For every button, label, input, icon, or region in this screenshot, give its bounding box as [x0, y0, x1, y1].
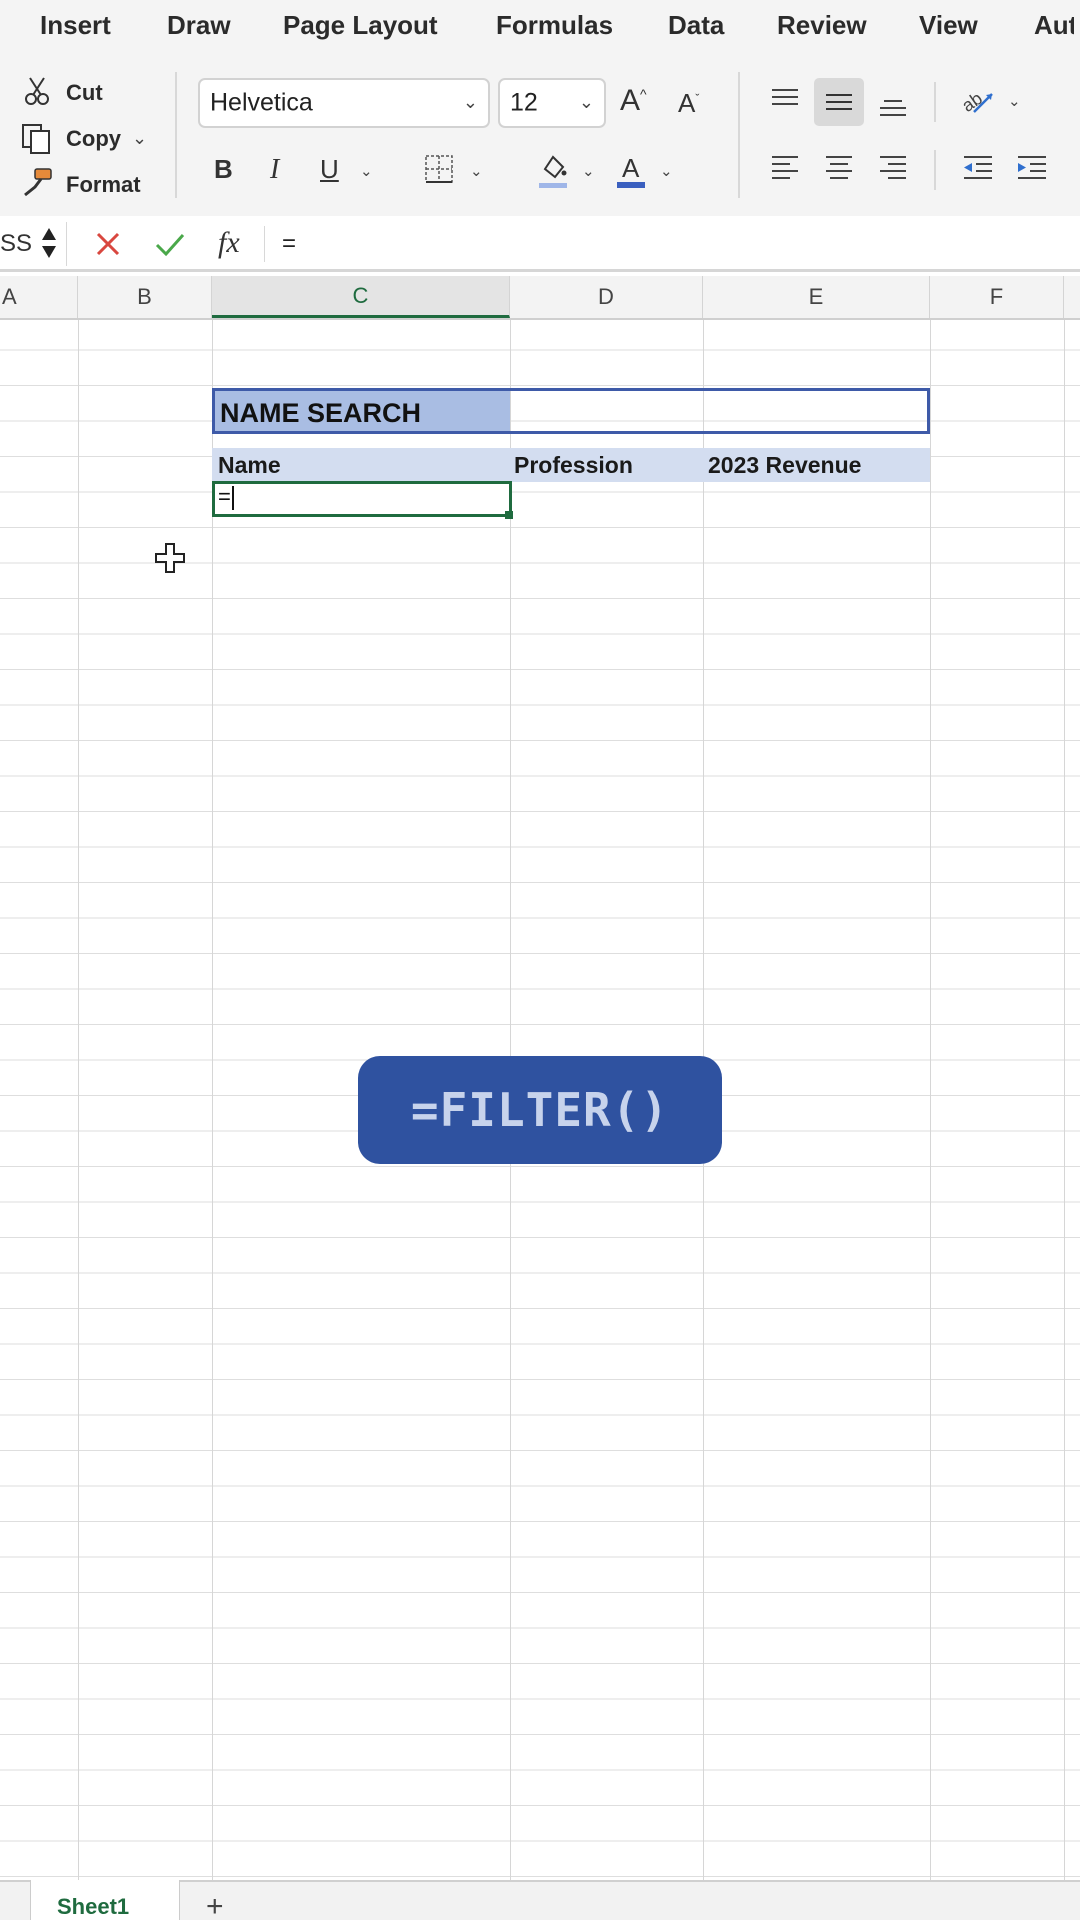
text-cursor: [232, 486, 234, 510]
ribbon: Insert Draw Page Layout Formulas Data Re…: [0, 0, 1080, 216]
search-title: NAME SEARCH: [220, 398, 422, 428]
cell-pointer-icon: [154, 542, 186, 574]
gridline: [1064, 320, 1065, 1880]
name-box[interactable]: SS: [0, 230, 32, 258]
copy-chevron-icon[interactable]: ⌄: [132, 128, 147, 149]
align-center-icon[interactable]: [822, 152, 856, 182]
gridline: [212, 320, 213, 1880]
cut-button[interactable]: Cut: [66, 80, 103, 106]
underline-button[interactable]: U: [320, 154, 339, 185]
tab-view[interactable]: View: [919, 10, 978, 41]
tab-review[interactable]: Review: [777, 10, 867, 41]
chevron-down-icon: ⌄: [578, 92, 594, 112]
tab-page-layout[interactable]: Page Layout: [283, 10, 438, 41]
header-profession[interactable]: Profession: [514, 452, 633, 479]
name-box-stepper-icon[interactable]: [38, 222, 60, 264]
tab-formulas[interactable]: Formulas: [496, 10, 613, 41]
format-painter-button[interactable]: Format: [66, 172, 141, 198]
active-cell-value: =: [218, 484, 231, 509]
copy-button[interactable]: Copy: [66, 126, 121, 152]
ribbon-divider: [175, 72, 177, 198]
align-right-icon[interactable]: [876, 152, 910, 182]
tab-insert[interactable]: Insert: [40, 10, 111, 41]
tab-automate[interactable]: Auto: [1034, 10, 1074, 41]
formula-input[interactable]: =: [282, 230, 296, 258]
copy-icon[interactable]: [18, 122, 54, 156]
fill-handle[interactable]: [505, 511, 513, 519]
column-header-d[interactable]: D: [510, 276, 703, 318]
gridline: [78, 320, 79, 1880]
bold-button[interactable]: B: [214, 154, 233, 185]
tab-data[interactable]: Data: [668, 10, 724, 41]
font-family-select[interactable]: Helvetica ⌄: [198, 78, 490, 128]
align-left-icon[interactable]: [768, 152, 802, 182]
formula-bar: SS fx =: [0, 216, 1080, 272]
ribbon-tabs: Insert Draw Page Layout Formulas Data Re…: [0, 0, 1080, 56]
svg-text:A: A: [622, 153, 640, 183]
font-color-icon[interactable]: A: [614, 150, 648, 190]
chevron-down-icon[interactable]: ⌄: [1008, 92, 1021, 110]
filter-badge-text: =FILTER(): [410, 1083, 670, 1137]
active-cell[interactable]: [212, 481, 512, 517]
chevron-down-icon[interactable]: ⌄: [660, 162, 673, 180]
x-icon[interactable]: [94, 230, 124, 260]
tab-draw[interactable]: Draw: [167, 10, 231, 41]
borders-icon[interactable]: [422, 152, 456, 186]
format-painter-icon[interactable]: [20, 166, 56, 200]
column-header-b[interactable]: B: [78, 276, 212, 318]
font-family-value: Helvetica: [210, 88, 313, 117]
chevron-down-icon: ⌄: [462, 92, 478, 112]
chevron-down-icon[interactable]: ⌄: [582, 162, 595, 180]
sheet-tab-label: Sheet1: [57, 1894, 130, 1919]
ribbon-divider: [934, 150, 936, 190]
align-top-icon[interactable]: [768, 84, 802, 114]
orientation-icon[interactable]: ab: [958, 84, 998, 120]
sheet-tab-sheet1[interactable]: Sheet1: [30, 1880, 180, 1920]
gridline: [930, 320, 931, 1880]
add-sheet-button[interactable]: +: [206, 1890, 224, 1924]
align-bottom-icon[interactable]: [876, 90, 910, 122]
header-revenue[interactable]: 2023 Revenue: [708, 452, 861, 479]
chevron-down-icon[interactable]: ⌄: [360, 162, 373, 180]
align-middle-icon[interactable]: [814, 78, 864, 126]
decrease-font-size-icon[interactable]: Aˇ: [678, 88, 699, 119]
font-size-value: 12: [510, 88, 538, 117]
fill-color-icon[interactable]: [536, 150, 570, 190]
column-header-e[interactable]: E: [703, 276, 930, 318]
column-header-a[interactable]: A: [0, 276, 78, 318]
increase-indent-icon[interactable]: [1014, 152, 1050, 182]
decrease-indent-icon[interactable]: [960, 152, 996, 182]
column-header-f[interactable]: F: [930, 276, 1064, 318]
ribbon-divider: [934, 82, 936, 122]
font-size-select[interactable]: 12 ⌄: [498, 78, 606, 128]
svg-text:ab: ab: [960, 88, 986, 116]
insert-function-button[interactable]: fx: [218, 226, 240, 260]
ribbon-divider: [738, 72, 740, 198]
filter-function-badge: =FILTER(): [358, 1056, 722, 1164]
increase-font-size-icon[interactable]: A^: [620, 84, 647, 118]
column-headers: A B C D E F: [0, 276, 1080, 320]
column-header-c[interactable]: C: [212, 276, 510, 318]
italic-button[interactable]: I: [270, 154, 279, 186]
formula-bar-divider: [264, 226, 265, 262]
scissors-icon[interactable]: [22, 76, 52, 106]
formula-bar-divider: [66, 222, 67, 266]
check-icon[interactable]: [154, 230, 188, 260]
header-name[interactable]: Name: [218, 452, 281, 479]
chevron-down-icon[interactable]: ⌄: [470, 162, 483, 180]
